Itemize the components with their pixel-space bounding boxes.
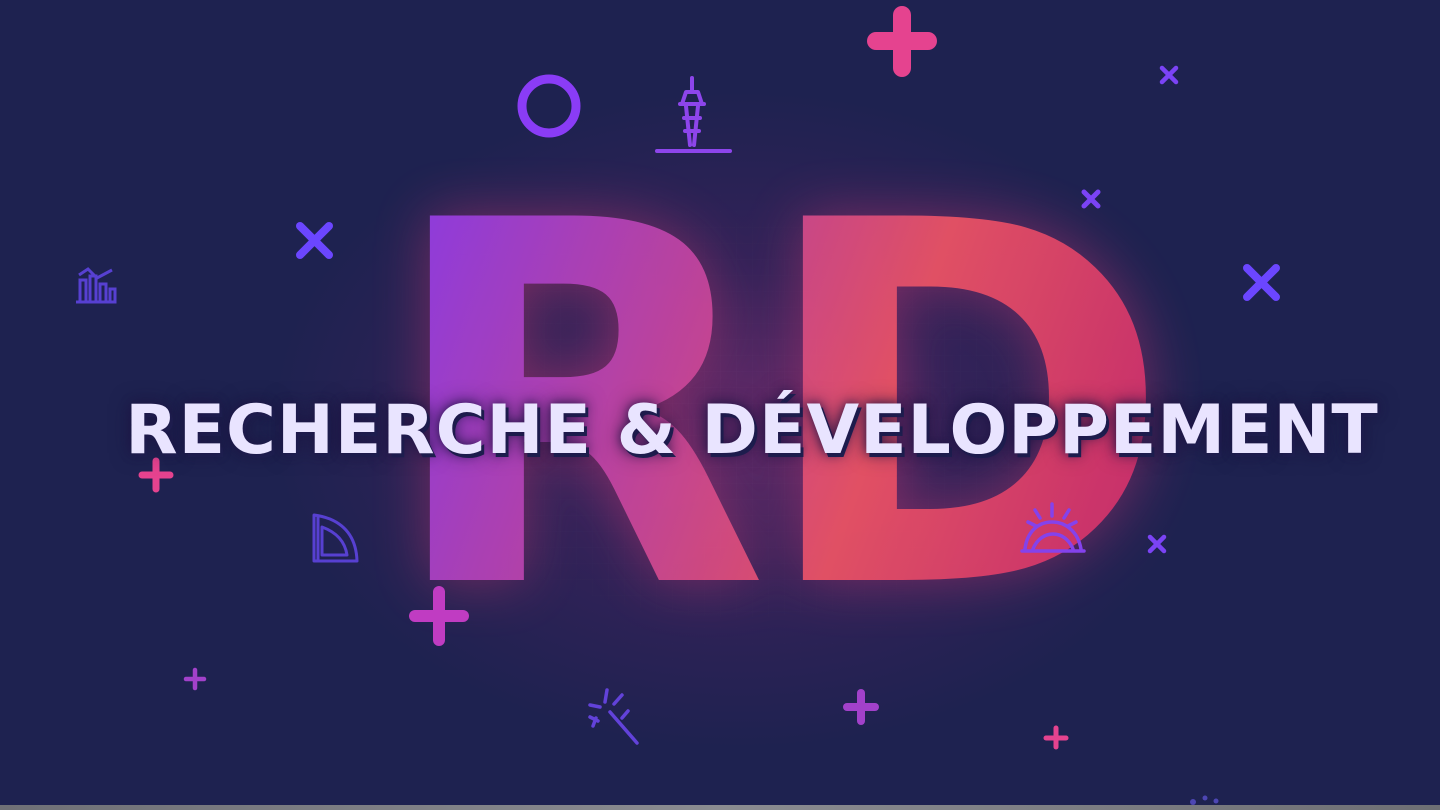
plus-icon [1043,725,1069,750]
tower-icon [655,76,732,153]
close-icon [1159,65,1179,85]
circle-icon [517,74,581,138]
plus-icon [867,6,937,77]
page-title: RECHERCHE & DÉVELOPPEMENT [125,390,1379,470]
bottom-strip [0,805,1440,810]
close-icon [1243,264,1280,301]
protractor-icon [312,513,359,563]
plus-icon [843,689,879,725]
sparkle-icon [1190,795,1219,805]
magic-wand-icon [588,688,639,745]
close-icon [1147,534,1167,554]
plus-icon [183,667,207,691]
rocket-icon [1020,502,1086,553]
bar-chart-icon [76,267,117,304]
promo-banner: RD RECHERCHE & DÉVELOPPEMENT [0,0,1440,805]
plus-icon [409,586,469,646]
close-icon [296,222,333,259]
close-icon [1081,189,1101,209]
